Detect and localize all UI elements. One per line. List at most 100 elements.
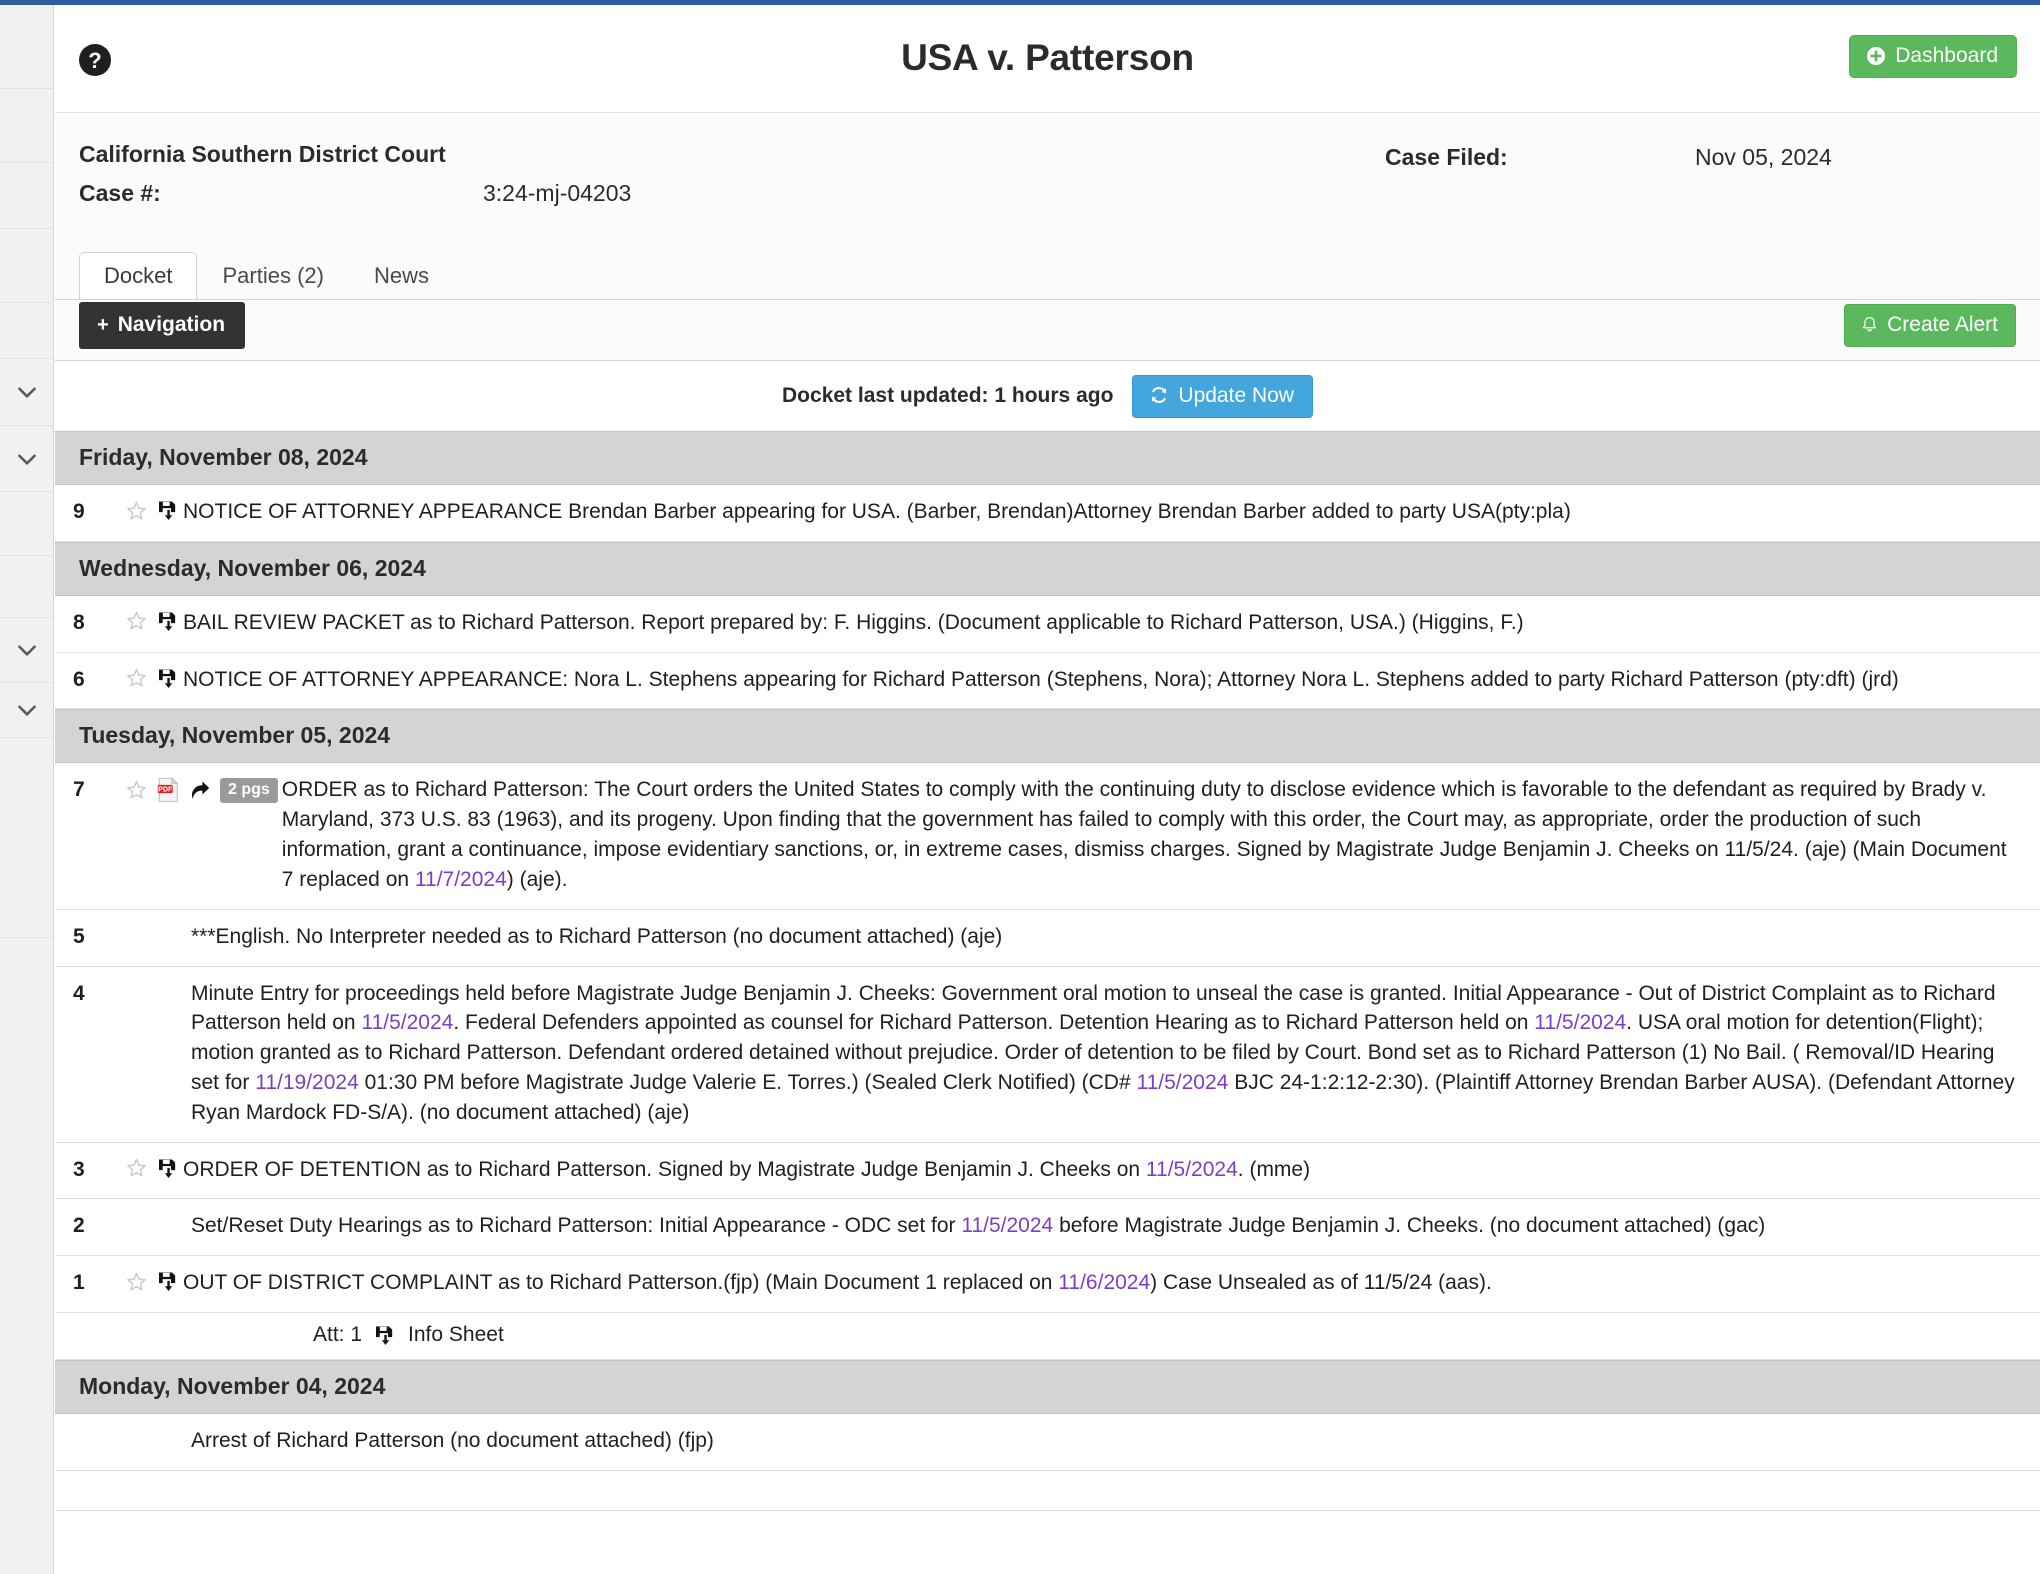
rail-cell-8 [0, 738, 54, 938]
case-info-left: California Southern District Court Case … [79, 141, 1149, 210]
share-icon[interactable] [189, 779, 211, 802]
case-info-right: Case Filed: Nov 05, 2024 [1385, 141, 2025, 174]
navigation-button[interactable]: + Navigation [79, 302, 246, 349]
docket-entry-icons [125, 1155, 179, 1180]
star-icon[interactable] [125, 500, 148, 522]
rail-cell-5 [0, 303, 54, 359]
docket-entry-icons [125, 497, 179, 522]
star-icon[interactable] [125, 779, 148, 801]
docket-text-segment: BAIL REVIEW PACKET as to Richard Patters… [183, 610, 1524, 634]
docket-entry-number: 7 [73, 778, 85, 802]
docket-entry-icons [125, 608, 179, 633]
docket-entry-text: BAIL REVIEW PACKET as to Richard Patters… [179, 608, 2016, 638]
docket-entry-text: ***English. No Interpreter needed as to … [125, 922, 2016, 952]
case-number-value: 3:24-mj-04203 [483, 180, 632, 206]
case-filed-label: Case Filed: [1385, 144, 1508, 170]
docket-entry-number: 9 [73, 500, 85, 523]
docket-text-segment: NOTICE OF ATTORNEY APPEARANCE: Nora L. S… [183, 667, 1899, 691]
save-icon[interactable] [157, 1157, 179, 1180]
tab-strip: Docket Parties (2) News [55, 241, 2040, 300]
docket-entry-number: 1 [73, 1271, 85, 1295]
star-icon[interactable] [125, 1271, 148, 1293]
docket-entry: 7 2 pgs ORDER as to Richard Patterson: The… [55, 763, 2040, 910]
docket-bottom-spacer [55, 1470, 2040, 1511]
left-rail [0, 5, 54, 1574]
dashboard-button-label: Dashboard [1895, 44, 1998, 67]
chevron-down-icon [18, 645, 36, 656]
docket-date-link[interactable]: 11/5/2024 [361, 1011, 453, 1034]
action-bar: + Navigation Create Alert [55, 299, 2040, 361]
bell-icon [1862, 316, 1877, 331]
plus-circle-icon [1867, 46, 1886, 65]
docket-text-segment: ORDER OF DETENTION as to Richard Patters… [183, 1157, 1146, 1181]
docket-text-segment: NOTICE OF ATTORNEY APPEARANCE Brendan Ba… [183, 500, 1571, 523]
rail-cell-2 [0, 89, 54, 163]
docket-entry-number: 6 [73, 667, 85, 691]
update-now-button-label: Update Now [1178, 383, 1294, 407]
docket-date-link[interactable]: 11/6/2024 [1058, 1271, 1150, 1294]
docket-entry-text: OUT OF DISTRICT COMPLAINT as to Richard … [179, 1268, 2016, 1298]
docket-text-segment: . Federal Defenders appointed as counsel… [453, 1011, 1535, 1035]
case-number-row: Case #: 3:24-mj-04203 [79, 177, 1149, 210]
docket-entry: 4 Minute Entry for proceedings held befo… [55, 967, 2040, 1143]
docket-entry: 1 OUT OF DISTRICT COMPLAINT as to Richard… [55, 1256, 2040, 1313]
star-icon[interactable] [125, 1157, 148, 1179]
docket-text-segment: ***English. No Interpreter needed as to … [191, 924, 1003, 948]
docket-entry-number: 2 [73, 1214, 85, 1238]
pdf-icon[interactable] [157, 777, 180, 803]
save-icon[interactable] [157, 1270, 179, 1293]
docket-entry-number: 3 [73, 1157, 85, 1181]
docket-date-link[interactable]: 11/5/2024 [1136, 1071, 1228, 1094]
save-icon[interactable] [374, 1324, 396, 1347]
docket-text-segment: . (mme) [1237, 1157, 1311, 1181]
save-icon[interactable] [157, 499, 179, 522]
docket-text-segment: Set/Reset Duty Hearings as to Richard Pa… [191, 1214, 962, 1238]
chevron-down-icon [18, 387, 36, 398]
rail-cell-7 [0, 556, 54, 618]
docket-text-segment: ) Case Unsealed as of 11/5/24 (aas). [1150, 1271, 1492, 1295]
case-filed-value: Nov 05, 2024 [1695, 144, 1832, 170]
refresh-icon [1152, 387, 1167, 403]
docket-date-link[interactable]: 11/5/2024 [1146, 1158, 1238, 1181]
docket-date-header: Wednesday, November 06, 2024 [55, 541, 2040, 596]
docket-list: Friday, November 08, 2024 9 NOTICE OF ATTO… [55, 431, 2040, 1511]
tab-docket[interactable]: Docket [79, 252, 198, 300]
rail-cell-chevron-3[interactable] [0, 618, 54, 683]
rail-cell-chevron-1[interactable] [0, 359, 54, 426]
docket-entry-text: Minute Entry for proceedings held before… [125, 979, 2016, 1128]
docket-date-link[interactable]: 11/7/2024 [415, 868, 507, 891]
rail-cell-chevron-4[interactable] [0, 683, 54, 738]
docket-date-link[interactable]: 11/5/2024 [961, 1214, 1053, 1237]
rail-cell-chevron-2[interactable] [0, 426, 54, 492]
attachment-count-label: Att: 1 [313, 1323, 363, 1346]
docket-entry-number: 4 [73, 981, 85, 1005]
tab-news[interactable]: News [349, 252, 454, 300]
update-now-button[interactable]: Update Now [1132, 374, 1313, 418]
tab-parties[interactable]: Parties (2) [197, 252, 348, 300]
save-icon[interactable] [157, 667, 179, 690]
chevron-down-icon [18, 453, 36, 465]
docket-entry-text: Arrest of Richard Patterson (no document… [125, 1426, 2016, 1456]
attachment-name[interactable]: Info Sheet [408, 1323, 504, 1347]
page-count-badge: 2 pgs [220, 777, 278, 803]
docket-entry: 3 ORDER OF DETENTION as to Richard Patter… [55, 1143, 2040, 1200]
navigation-button-label: Navigation [117, 313, 226, 336]
docket-entry-icons [125, 1268, 179, 1293]
main-page: ? USA v. Patterson Dashboard California … [55, 5, 2040, 1574]
rail-cell-1 [0, 5, 54, 89]
docket-date-link[interactable]: 11/5/2024 [1534, 1011, 1626, 1034]
court-name: California Southern District Court [79, 141, 446, 167]
star-icon[interactable] [125, 667, 148, 689]
star-icon[interactable] [125, 610, 148, 632]
chevron-down-icon [18, 705, 36, 716]
create-alert-button-label: Create Alert [1887, 313, 1998, 336]
create-alert-button[interactable]: Create Alert [1844, 304, 2016, 347]
docket-text-segment: Arrest of Richard Patterson (no document… [191, 1429, 714, 1452]
docket-text-segment: before Magistrate Judge Benjamin J. Chee… [1053, 1214, 1766, 1238]
save-icon[interactable] [157, 610, 179, 633]
dashboard-button[interactable]: Dashboard [1849, 35, 2017, 78]
docket-entry-text: ORDER OF DETENTION as to Richard Patters… [179, 1155, 2016, 1185]
rail-cell-3 [0, 163, 54, 229]
docket-entry-text: Set/Reset Duty Hearings as to Richard Pa… [125, 1211, 2016, 1241]
docket-date-link[interactable]: 11/19/2024 [255, 1071, 359, 1094]
